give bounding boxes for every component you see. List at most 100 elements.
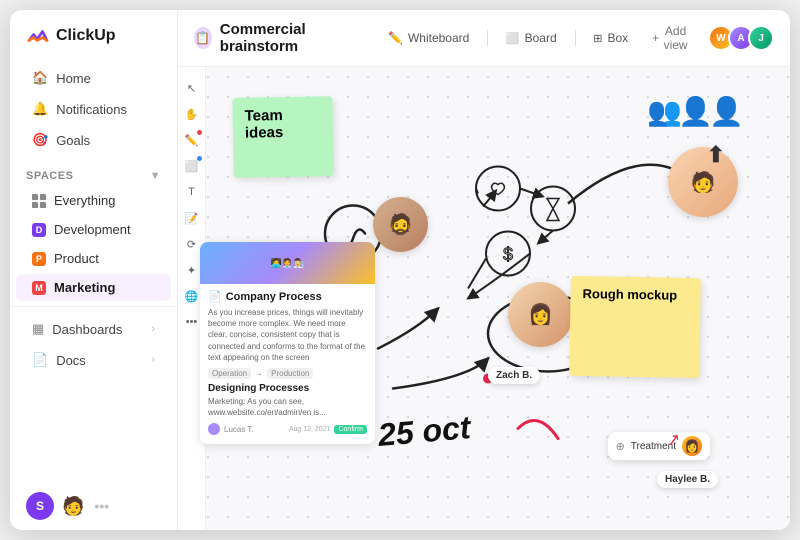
- person-third: 🧔: [373, 197, 428, 252]
- app-logo: ClickUp: [10, 10, 177, 58]
- avatar: J: [748, 25, 774, 51]
- badge-treatment: ⊕ Treatment 👩: [608, 432, 710, 460]
- sticky-note-text: Rough mockup: [582, 286, 677, 303]
- sidebar-item-everything[interactable]: Everything: [16, 187, 171, 214]
- card-section-text: Marketing: As you can see, www.website.c…: [208, 396, 367, 418]
- face-icon: 🧔: [373, 197, 428, 252]
- sidebar-item-marketing[interactable]: M Marketing: [16, 274, 171, 301]
- sidebar-item-home[interactable]: 🏠 Home: [16, 63, 171, 93]
- view-tabs: ✏️ Whiteboard ⬜ Board ⊞ Box + Add view: [378, 20, 698, 56]
- sidebar-item-product[interactable]: P Product: [16, 245, 171, 272]
- sidebar-item-notifications[interactable]: 🔔 Notifications: [16, 94, 171, 124]
- person-secondary: 👩: [508, 282, 573, 347]
- add-view-label: Add view: [663, 24, 688, 52]
- user-avatar: S: [26, 492, 54, 520]
- crosshair-icon: ⊕: [616, 440, 625, 453]
- sticky-note-yellow[interactable]: Rough mockup: [569, 276, 701, 378]
- person-main: 🧑: [668, 147, 738, 217]
- chevron-right-icon: ›: [151, 354, 155, 366]
- topbar: 📋 Commercial brainstorm ✏️ Whiteboard ⬜ …: [178, 10, 790, 67]
- badge-haylee: Haylee B.: [657, 471, 718, 488]
- dev-icon: D: [32, 223, 46, 237]
- face-icon: 👩: [508, 282, 573, 347]
- more-icon: •••: [94, 498, 109, 514]
- cursor-tool[interactable]: ↖: [181, 77, 203, 99]
- board-icon: ⬜: [506, 32, 520, 45]
- sticky-note-text: Team ideas: [244, 107, 283, 142]
- user-profile[interactable]: S 🧑 •••: [10, 482, 177, 530]
- docs-icon: 📄: [32, 352, 48, 368]
- sidebar-nav: 🏠 Home 🔔 Notifications 🎯 Goals: [10, 58, 177, 160]
- whiteboard-canvas[interactable]: ↖ ✋ ✏️ ⬜ T 📝 ⟳ ✦ 🌐 ••• Team ideas: [178, 67, 790, 530]
- hand-tool[interactable]: ✋: [181, 103, 203, 125]
- page-title: Commercial brainstorm: [220, 21, 356, 55]
- date-arrow: [518, 421, 558, 439]
- card-title: 📄 Company Process: [208, 290, 367, 303]
- card-meta: Operation → Production: [208, 368, 367, 379]
- space-label: Development: [54, 222, 131, 237]
- tab-label: Whiteboard: [408, 31, 469, 45]
- divider: [487, 30, 488, 46]
- sidebar-item-dashboards[interactable]: ▦ Dashboards ›: [16, 314, 171, 344]
- sidebar-item-goals[interactable]: 🎯 Goals: [16, 125, 171, 155]
- space-label: Product: [54, 251, 99, 266]
- active-indicator: [197, 130, 202, 135]
- sidebar-item-docs[interactable]: 📄 Docs ›: [16, 345, 171, 375]
- card-section-title: Designing Processes: [208, 383, 367, 394]
- bottom-item-label: Dashboards: [52, 322, 122, 337]
- active-indicator: [197, 156, 202, 161]
- chevron-icon: ▼: [150, 170, 161, 182]
- chevron-right-icon: ›: [151, 323, 155, 335]
- company-process-card[interactable]: 👩‍💻🧑‍💼👨‍🔬 📄 Company Process As you incre…: [200, 242, 375, 444]
- card-footer: Lucas T. Aug 12, 2021 Confirm: [208, 423, 367, 435]
- arrow-up-icon: ⬆: [707, 142, 725, 168]
- sidebar-nav-label: Home: [56, 71, 91, 86]
- bottom-item-label: Docs: [56, 353, 86, 368]
- tab-label: Board: [525, 31, 557, 45]
- sidebar-nav-label: Notifications: [56, 102, 127, 117]
- bell-icon: 🔔: [32, 101, 48, 117]
- text-tool[interactable]: T: [181, 181, 203, 203]
- people-icon: 👥👤👤: [647, 95, 740, 128]
- tag: Operation: [208, 368, 251, 379]
- cursor-pointer: ↗: [665, 429, 682, 451]
- topbar-avatars: W A J: [708, 25, 774, 51]
- spaces-label: Spaces: [26, 170, 73, 182]
- tag: Production: [267, 368, 313, 379]
- add-view-button[interactable]: + Add view: [642, 20, 698, 56]
- box-icon: ⊞: [593, 32, 602, 45]
- target-icon: 🎯: [32, 132, 48, 148]
- app-window: ClickUp 🏠 Home 🔔 Notifications 🎯 Goals S…: [10, 10, 790, 530]
- sticky-note-green[interactable]: Team ideas: [232, 96, 333, 178]
- spaces-section: Spaces ▼: [10, 160, 177, 186]
- tab-board[interactable]: ⬜ Board: [496, 27, 567, 49]
- home-icon: 🏠: [32, 70, 48, 86]
- sticky-tool[interactable]: 📝: [181, 207, 203, 229]
- dashboard-icon: ▦: [32, 321, 44, 337]
- everything-icon: [32, 194, 46, 208]
- user-photo: 🧑: [62, 496, 84, 517]
- space-label: Everything: [54, 193, 115, 208]
- pen-tool[interactable]: ✏️: [181, 129, 203, 151]
- shapes-tool[interactable]: ⬜: [181, 155, 203, 177]
- plus-icon: +: [652, 31, 659, 45]
- whiteboard-icon: ✏️: [388, 31, 403, 45]
- sidebar-item-development[interactable]: D Development: [16, 216, 171, 243]
- topbar-title-area: 📋 Commercial brainstorm: [194, 21, 356, 55]
- tab-label: Box: [607, 31, 628, 45]
- tab-whiteboard[interactable]: ✏️ Whiteboard: [378, 27, 479, 49]
- tab-box[interactable]: ⊞ Box: [583, 27, 638, 49]
- badge-label: Zach B.: [496, 370, 532, 381]
- card-body: 📄 Company Process As you increase prices…: [200, 284, 375, 444]
- arrows: [378, 309, 488, 389]
- mkt-icon: M: [32, 281, 46, 295]
- svg-text:$: $: [503, 245, 513, 265]
- sidebar: ClickUp 🏠 Home 🔔 Notifications 🎯 Goals S…: [10, 10, 178, 530]
- card-image: 👩‍💻🧑‍💼👨‍🔬: [200, 242, 375, 284]
- face-icon: 🧑: [668, 147, 738, 217]
- card-text: As you increase prices, things will inev…: [208, 307, 367, 363]
- treatment-avatar: 👩: [682, 436, 702, 456]
- date-annotation: 25 oct: [377, 409, 472, 454]
- badge-label: Haylee B.: [665, 474, 710, 485]
- sidebar-bottom: ▦ Dashboards › 📄 Docs ›: [10, 306, 177, 382]
